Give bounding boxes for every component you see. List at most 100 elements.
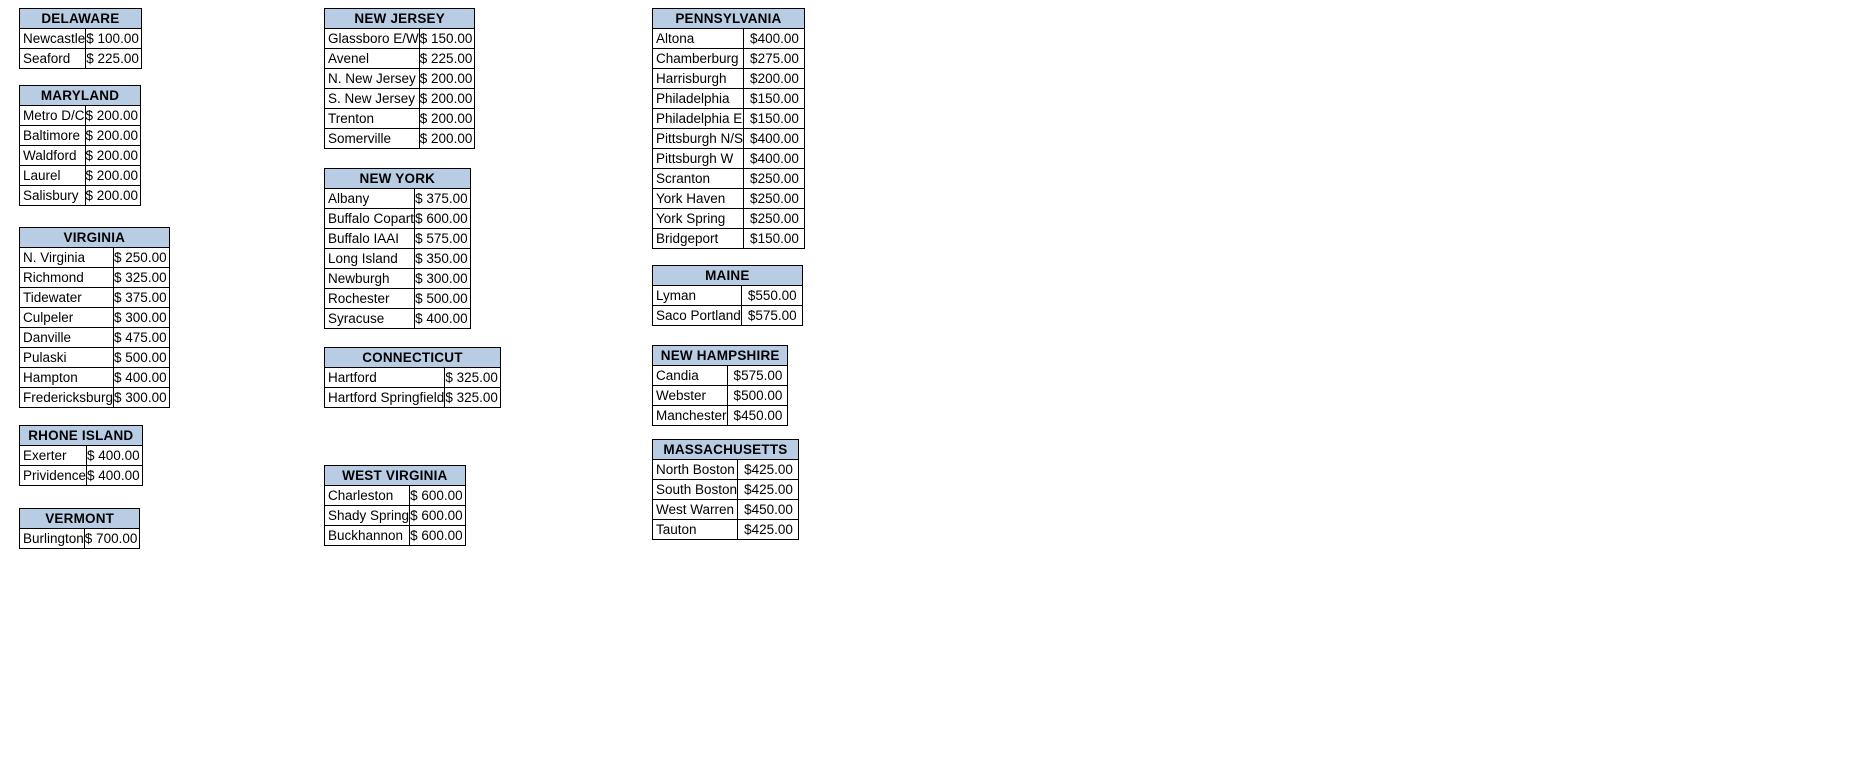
table-row[interactable]: Manchester $450.00: [652, 405, 789, 426]
rate-amount-cell[interactable]: $ 200.00: [84, 185, 142, 206]
table-row[interactable]: York Haven $250.00: [651, 188, 805, 209]
city-name-cell[interactable]: Laurel: [19, 165, 86, 186]
city-name-cell[interactable]: Glassboro E/W: [324, 28, 420, 49]
table-row[interactable]: Somerville $ 200.00: [324, 128, 476, 149]
table-row[interactable]: South Boston $425.00: [651, 479, 799, 500]
city-name-cell[interactable]: Avenel: [324, 48, 420, 69]
city-name-cell[interactable]: Manchester: [652, 405, 728, 426]
table-row[interactable]: Chamberburg $275.00: [651, 48, 805, 69]
table-row[interactable]: Trenton $ 200.00: [324, 108, 476, 129]
rate-amount-cell[interactable]: $150.00: [743, 88, 805, 109]
rate-amount-cell[interactable]: $450.00: [737, 499, 799, 520]
rate-amount-cell[interactable]: $ 400.00: [86, 445, 143, 466]
city-name-cell[interactable]: Syracuse: [323, 308, 416, 329]
table-row[interactable]: Pulaski $ 500.00: [18, 347, 170, 368]
city-name-cell[interactable]: Shady Spring: [323, 505, 411, 526]
table-row[interactable]: Candia $575.00: [652, 365, 789, 386]
city-name-cell[interactable]: Tauton: [651, 519, 739, 540]
city-name-cell[interactable]: Buffalo Copart: [323, 208, 416, 229]
city-name-cell[interactable]: Baltimore: [19, 125, 86, 146]
rate-amount-cell[interactable]: $250.00: [743, 208, 805, 229]
city-name-cell[interactable]: Burlington: [19, 528, 85, 549]
city-name-cell[interactable]: Seaford: [18, 48, 87, 69]
rate-amount-cell[interactable]: $275.00: [743, 48, 805, 69]
rate-amount-cell[interactable]: $ 375.00: [414, 188, 471, 209]
table-row[interactable]: Shady Spring $ 600.00: [323, 505, 466, 526]
city-name-cell[interactable]: Waldford: [19, 145, 86, 166]
city-name-cell[interactable]: Albany: [323, 188, 416, 209]
table-row[interactable]: Metro D/C $ 200.00: [19, 105, 142, 126]
table-row[interactable]: Seaford $ 225.00: [18, 48, 142, 69]
table-row[interactable]: Waldford $ 200.00: [19, 145, 142, 166]
table-row[interactable]: Fredericksburg $ 300.00: [18, 387, 170, 408]
table-row[interactable]: West Warren $450.00: [651, 499, 799, 520]
rate-amount-cell[interactable]: $150.00: [743, 228, 805, 249]
rate-amount-cell[interactable]: $ 200.00: [418, 128, 476, 149]
city-name-cell[interactable]: Saco Portland: [652, 305, 742, 326]
city-name-cell[interactable]: Charleston: [323, 485, 411, 506]
city-name-cell[interactable]: Exerter: [18, 445, 88, 466]
table-row[interactable]: Webster $500.00: [652, 385, 789, 406]
rate-amount-cell[interactable]: $400.00: [743, 128, 805, 149]
city-name-cell[interactable]: Hartford Springfield: [323, 387, 446, 408]
rate-amount-cell[interactable]: $ 250.00: [113, 247, 170, 268]
table-row[interactable]: Tidewater $ 375.00: [18, 287, 170, 308]
city-name-cell[interactable]: Philadelphia E: [651, 108, 745, 129]
city-name-cell[interactable]: Harrisburgh: [651, 68, 745, 89]
rate-amount-cell[interactable]: $ 225.00: [85, 48, 142, 69]
city-name-cell[interactable]: Pulaski: [18, 347, 115, 368]
table-row[interactable]: Rochester $ 500.00: [323, 288, 471, 309]
city-name-cell[interactable]: Pittsburgh N/S: [651, 128, 745, 149]
rate-amount-cell[interactable]: $ 325.00: [113, 267, 170, 288]
rate-amount-cell[interactable]: $ 600.00: [414, 208, 471, 229]
table-row[interactable]: Exerter $ 400.00: [18, 445, 143, 466]
table-row[interactable]: Buffalo Copart $ 600.00: [323, 208, 471, 229]
rate-amount-cell[interactable]: $425.00: [737, 519, 799, 540]
table-row[interactable]: Avenel $ 225.00: [324, 48, 476, 69]
city-name-cell[interactable]: Candia: [652, 365, 728, 386]
table-row[interactable]: N. Virginia $ 250.00: [18, 247, 170, 268]
city-name-cell[interactable]: Buckhannon: [323, 525, 411, 546]
rate-amount-cell[interactable]: $ 500.00: [113, 347, 170, 368]
rate-amount-cell[interactable]: $ 600.00: [409, 525, 466, 546]
table-row[interactable]: Charleston $ 600.00: [323, 485, 466, 506]
rate-amount-cell[interactable]: $400.00: [743, 28, 805, 49]
city-name-cell[interactable]: Culpeler: [18, 307, 115, 328]
rate-amount-cell[interactable]: $ 225.00: [418, 48, 476, 69]
rate-amount-cell[interactable]: $ 150.00: [418, 28, 476, 49]
table-row[interactable]: Hartford Springfield $ 325.00: [323, 387, 501, 408]
city-name-cell[interactable]: Metro D/C: [19, 105, 86, 126]
rate-amount-cell[interactable]: $ 300.00: [113, 307, 170, 328]
rate-amount-cell[interactable]: $500.00: [726, 385, 789, 406]
city-name-cell[interactable]: South Boston: [651, 479, 739, 500]
table-row[interactable]: Newcastle $ 100.00: [18, 28, 142, 49]
city-name-cell[interactable]: North Boston: [651, 459, 739, 480]
table-row[interactable]: Philadelphia E $150.00: [651, 108, 805, 129]
city-name-cell[interactable]: Rochester: [323, 288, 416, 309]
table-row[interactable]: Buffalo IAAI $ 575.00: [323, 228, 471, 249]
table-row[interactable]: Richmond $ 325.00: [18, 267, 170, 288]
rate-amount-cell[interactable]: $ 200.00: [84, 165, 142, 186]
city-name-cell[interactable]: Prividence: [18, 465, 88, 486]
rate-amount-cell[interactable]: $ 200.00: [418, 108, 476, 129]
table-row[interactable]: N. New Jersey $ 200.00: [324, 68, 476, 89]
city-name-cell[interactable]: Long Island: [323, 248, 416, 269]
city-name-cell[interactable]: Pittsburgh W: [651, 148, 745, 169]
rate-amount-cell[interactable]: $400.00: [743, 148, 805, 169]
city-name-cell[interactable]: Somerville: [324, 128, 420, 149]
city-name-cell[interactable]: Trenton: [324, 108, 420, 129]
table-row[interactable]: Newburgh $ 300.00: [323, 268, 471, 289]
rate-amount-cell[interactable]: $ 350.00: [414, 248, 471, 269]
city-name-cell[interactable]: Tidewater: [18, 287, 115, 308]
table-row[interactable]: Saco Portland $575.00: [652, 305, 803, 326]
table-row[interactable]: York Spring $250.00: [651, 208, 805, 229]
rate-amount-cell[interactable]: $250.00: [743, 188, 805, 209]
rate-amount-cell[interactable]: $ 200.00: [84, 145, 142, 166]
rate-amount-cell[interactable]: $450.00: [726, 405, 789, 426]
table-row[interactable]: Pittsburgh N/S $400.00: [651, 128, 805, 149]
table-row[interactable]: Long Island $ 350.00: [323, 248, 471, 269]
table-row[interactable]: Pittsburgh W $400.00: [651, 148, 805, 169]
city-name-cell[interactable]: Salisbury: [19, 185, 86, 206]
table-row[interactable]: Lyman $550.00: [652, 285, 803, 306]
city-name-cell[interactable]: S. New Jersey: [324, 88, 420, 109]
